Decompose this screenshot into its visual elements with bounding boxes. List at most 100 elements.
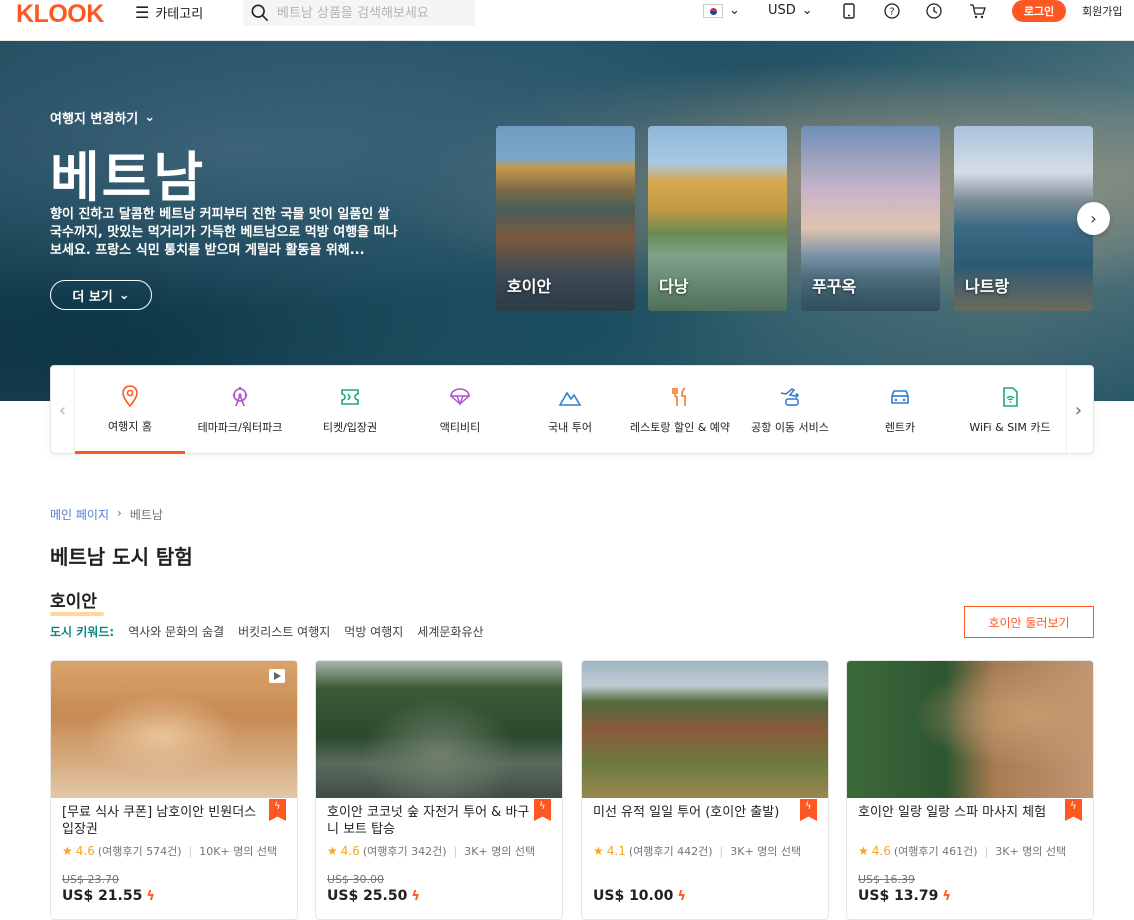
city-card-label: 푸꾸옥 (812, 277, 857, 296)
product-title: 미선 유적 일일 투어 (호이안 출발) (593, 805, 780, 820)
keyword[interactable]: 먹방 여행지 (344, 623, 403, 640)
tab-restaurants[interactable]: 레스토랑 할인 & 예약 (625, 366, 735, 454)
search-input[interactable] (277, 5, 467, 21)
svg-text:?: ? (889, 7, 894, 18)
search-box[interactable] (243, 0, 475, 26)
city-card-danang[interactable]: 다낭 (648, 126, 787, 311)
keyword[interactable]: 버킷리스트 여행지 (238, 623, 330, 640)
product-rating: ★ 4.6 (여행후기 342건) | 3K+ 명의 선택 (327, 844, 536, 858)
product-card[interactable]: 호이안 코코넛 숲 자전거 투어 & 바구니 보트 탑승 ★4.6(여행후기 3… (315, 660, 563, 920)
search-icon (251, 4, 269, 22)
read-more-button[interactable]: 더 보기 ⌄ (50, 280, 152, 310)
cart-icon[interactable] (969, 3, 986, 19)
category-menu[interactable]: ☰ 카테고리 (135, 3, 203, 22)
product-card[interactable]: 미선 유적 일일 투어 (호이안 출발) ★4.1(여행후기 442건)|3K+… (581, 660, 829, 920)
sale-price: US$ 10.00 (593, 888, 674, 904)
hot-deal-icon (534, 799, 551, 821)
hero-banner: 여행지 변경하기 ⌄ 베트남 향이 진하고 달콤한 베트남 커피부터 진한 국물… (0, 41, 1134, 401)
star-icon: ★ (327, 844, 338, 858)
original-price: US$ 30.00 (327, 873, 385, 886)
destination-title: 베트남 (50, 146, 206, 209)
review-count: (여행후기 342건) (362, 845, 447, 858)
tab-domestic-tours[interactable]: 국내 투어 (515, 366, 625, 454)
change-destination-button[interactable]: 여행지 변경하기 ⌄ (50, 108, 155, 127)
star-icon: ★ (62, 844, 73, 858)
fork-knife-icon (672, 387, 686, 406)
tab-airport-transfer[interactable]: 공항 이동 서비스 (735, 366, 845, 454)
city-card-phuquoc[interactable]: 푸꾸옥 (801, 126, 940, 311)
keywords-label: 도시 키워드: (50, 625, 115, 639)
review-count: (여행후기 574건) (97, 845, 182, 858)
star-icon: ★ (858, 844, 869, 858)
recently-viewed-icon[interactable] (926, 3, 942, 19)
lightning-icon: ϟ (677, 888, 686, 904)
change-destination-label: 여행지 변경하기 (50, 112, 139, 127)
product-rating: ★ 4.6 (여행후기 461건) | 3K+ 명의 선택 (858, 844, 1067, 858)
hot-deal-icon (800, 799, 817, 821)
tab-label: 여행지 홈 (108, 419, 152, 433)
rating-score: 4.1 (606, 844, 626, 858)
product-image (582, 661, 828, 798)
chevron-right-icon: › (1090, 209, 1097, 228)
lightning-icon: ϟ (146, 888, 155, 904)
car-icon (891, 390, 909, 404)
chevron-down-icon: ⌄ (801, 3, 813, 18)
original-price: US$ 23.70 (62, 873, 120, 886)
korea-flag-icon (703, 3, 723, 18)
city-card-label: 다낭 (659, 277, 689, 296)
category-label: 카테고리 (155, 7, 204, 22)
city-heading: 호이안 (50, 587, 104, 616)
nav-prev-button[interactable]: ‹ (51, 366, 75, 454)
breadcrumb-separator: › (117, 506, 122, 520)
nav-next-button[interactable]: › (1066, 366, 1090, 454)
lightning-icon: ϟ (411, 888, 420, 904)
tab-label: 국내 투어 (548, 421, 592, 434)
login-button[interactable]: 로그인 (1012, 0, 1066, 22)
product-title: [무료 식사 쿠폰] 남호이안 빈원더스 입장권 (62, 805, 257, 837)
sim-card-icon (1003, 387, 1018, 407)
menu-icon: ☰ (135, 3, 150, 22)
mobile-app-icon[interactable] (842, 3, 856, 19)
tab-label: 티켓/입장권 (322, 421, 378, 434)
review-count: (여행후기 461건) (893, 845, 978, 858)
rating-score: 4.6 (340, 844, 360, 858)
city-carousel-next-button[interactable]: › (1077, 202, 1110, 235)
airport-transfer-icon (780, 388, 799, 406)
tab-theme-park[interactable]: 테마파크/워터파크 (185, 366, 295, 454)
currency-selector[interactable]: USD ⌄ (768, 3, 813, 18)
city-card-label: 나트랑 (965, 277, 1010, 296)
tab-label: 렌트카 (884, 421, 916, 434)
keyword[interactable]: 역사와 문화의 숨결 (128, 623, 224, 640)
tab-activities[interactable]: 액티비티 (405, 366, 515, 454)
hot-deal-icon (269, 799, 286, 821)
section-title: 베트남 도시 탐험 (50, 545, 193, 569)
product-card[interactable]: 호이안 일랑 일랑 스파 마사지 체험 ★4.6(여행후기 461건)|3K+ … (846, 660, 1094, 920)
breadcrumb-home[interactable]: 메인 페이지 (50, 506, 109, 523)
booked-count: 3K+ 명의 선택 (995, 845, 1067, 858)
breadcrumb: 메인 페이지 › 베트남 (50, 506, 163, 523)
location-pin-icon (122, 384, 138, 407)
chevron-left-icon: ‹ (58, 399, 67, 421)
review-count: (여행후기 442건) (628, 845, 713, 858)
signup-link[interactable]: 회원가입 (1082, 3, 1122, 19)
city-card-hoian[interactable]: 호이안 (496, 126, 635, 311)
tab-destination-home[interactable]: 여행지 홈 (75, 366, 185, 454)
sale-price: US$ 21.55 (62, 888, 143, 904)
tab-tickets[interactable]: 티켓/입장권 (295, 366, 405, 454)
explore-city-button[interactable]: 호이안 둘러보기 (964, 606, 1094, 638)
product-card[interactable]: [무료 식사 쿠폰] 남호이안 빈원더스 입장권 ★4.6(여행후기 574건)… (50, 660, 298, 920)
tab-car-rental[interactable]: 렌트카 (845, 366, 955, 454)
language-selector[interactable]: ⌄ (703, 3, 740, 18)
chevron-right-icon: › (1074, 399, 1083, 421)
sale-price-row: US$ 13.79 ϟ (858, 888, 951, 904)
help-icon[interactable]: ? (884, 3, 900, 19)
ferris-wheel-icon (232, 386, 248, 407)
klook-logo[interactable]: KLOOK (16, 0, 104, 29)
tab-wifi-sim[interactable]: WiFi & SIM 카드 (955, 366, 1065, 454)
city-card-nhatrang[interactable]: 나트랑 (954, 126, 1093, 311)
keyword[interactable]: 세계문화유산 (417, 623, 483, 640)
tab-label: 액티비티 (439, 421, 481, 434)
read-more-label: 더 보기 (72, 289, 113, 305)
lightning-icon: ϟ (942, 888, 951, 904)
video-play-icon[interactable] (269, 669, 285, 683)
